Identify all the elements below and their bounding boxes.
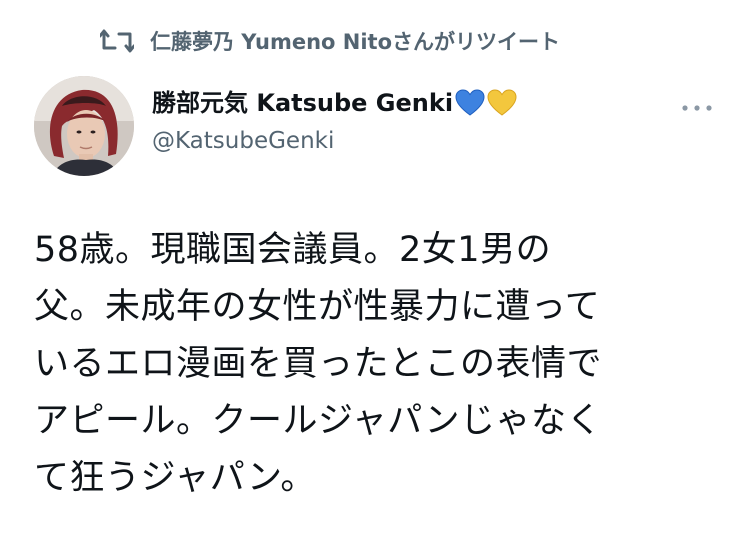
display-name[interactable]: 勝部元気 Katsube Genki (152, 86, 517, 120)
retweet-text[interactable]: 仁藤夢乃 Yumeno Nitoさんがリツイート (150, 26, 560, 56)
user-handle[interactable]: @KatsubeGenki (152, 124, 517, 158)
tweet-line: アピール。クールジャパンじゃなく (34, 401, 603, 441)
tweet-line: いるエロ漫画を買ったとこの表情で (34, 344, 603, 384)
tweet-line: て狂うジャパン。 (34, 458, 316, 498)
author-block[interactable]: 勝部元気 Katsube Genki @KatsubeGenki (152, 86, 517, 158)
tweet-line: 58歳。現職国会議員。2女1男の (34, 230, 552, 270)
display-name-text[interactable]: 勝部元気 Katsube Genki (152, 86, 453, 120)
more-horizontal-icon (682, 105, 712, 111)
blue-heart-icon (455, 89, 485, 117)
retweet-header[interactable]: 仁藤夢乃 Yumeno Nitoさんがリツイート (98, 22, 560, 60)
yellow-heart-icon (487, 89, 517, 117)
more-options-button[interactable] (680, 100, 714, 114)
avatar[interactable] (34, 76, 134, 176)
tweet-text: 58歳。現職国会議員。2女1男の 父。未成年の女性が性暴力に遭って いるエロ漫画… (34, 222, 724, 507)
retweet-icon (98, 28, 136, 54)
avatar-photo (34, 76, 134, 176)
tweet-line: 父。未成年の女性が性暴力に遭って (34, 287, 601, 327)
